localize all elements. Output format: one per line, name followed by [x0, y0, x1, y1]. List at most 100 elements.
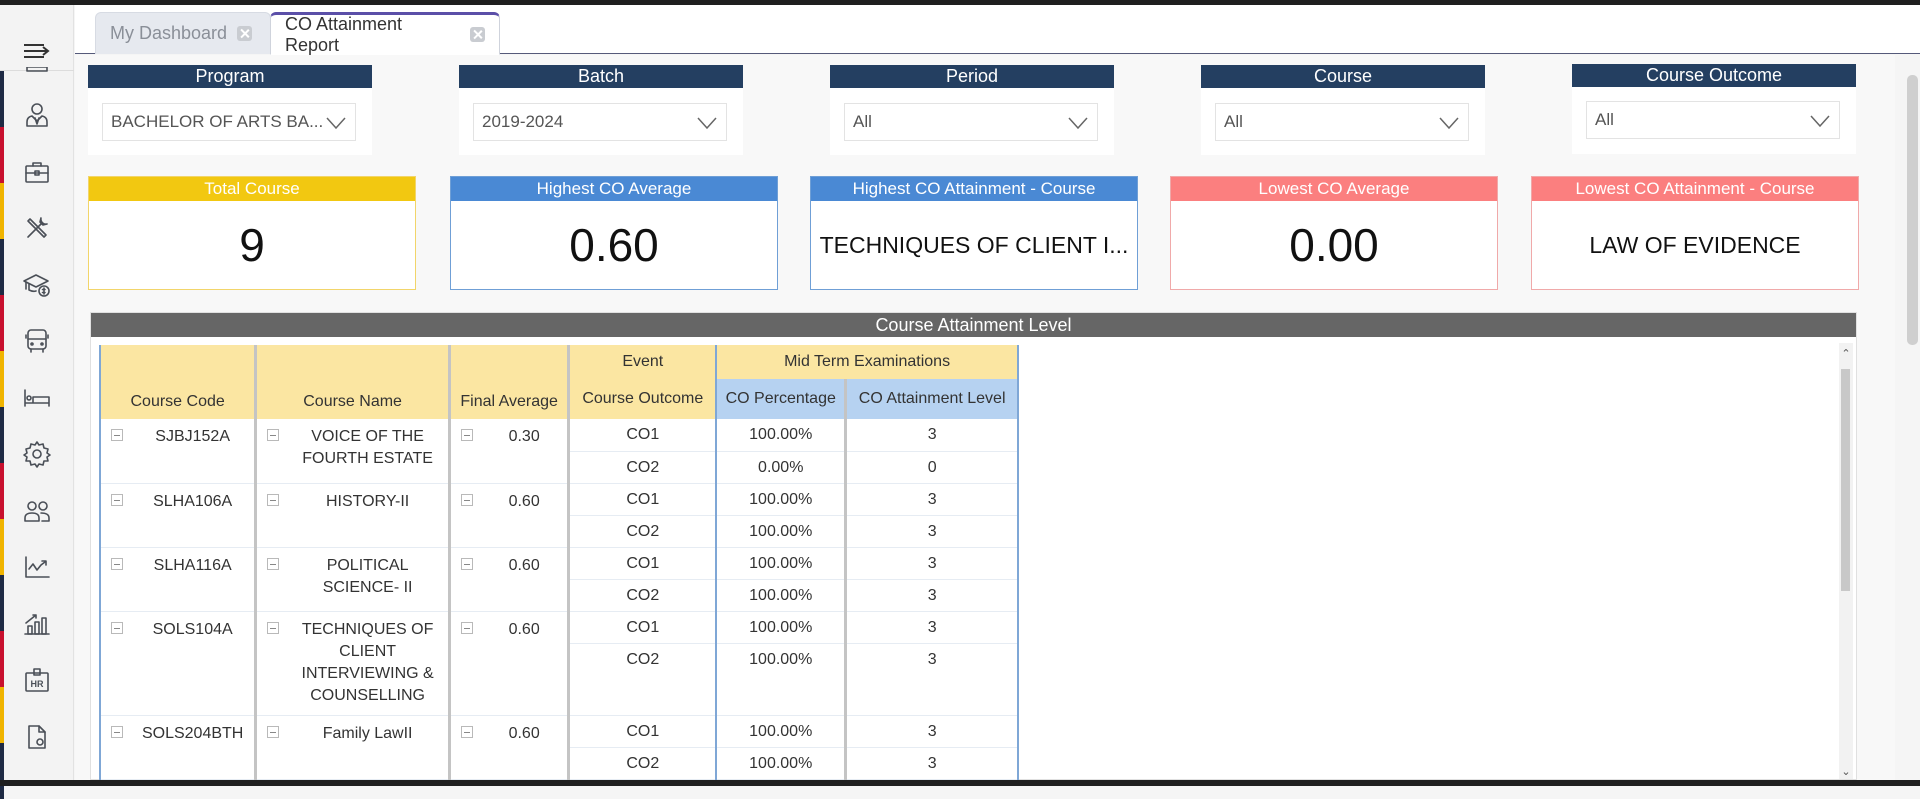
- course-name-cell-text: Family LawII: [287, 723, 448, 745]
- sidebar-item-briefcase[interactable]: [14, 144, 60, 201]
- collapse-icon[interactable]: [267, 622, 279, 634]
- collapse-icon[interactable]: [267, 429, 279, 441]
- co-percentage-cell: 100.00%: [716, 483, 846, 515]
- collapse-icon[interactable]: [111, 558, 123, 570]
- final-average-cell-text: 0.30: [481, 426, 568, 448]
- tab-my-dashboard[interactable]: My Dashboard: [95, 12, 271, 54]
- tools-icon: [22, 213, 52, 243]
- course-select[interactable]: All: [1215, 103, 1469, 141]
- filter-label: Course Outcome: [1572, 64, 1856, 87]
- collapse-icon[interactable]: [461, 622, 473, 634]
- sidebar-item-hr[interactable]: HR: [14, 652, 60, 709]
- co-attainment-level-cell: 3: [846, 611, 1018, 643]
- course-code-cell-text: SJBJ152A: [131, 426, 254, 448]
- header-event-mid-term[interactable]: Mid Term Examinations: [716, 345, 1018, 379]
- batch-select[interactable]: 2019-2024: [473, 103, 727, 141]
- program-select[interactable]: BACHELOR OF ARTS BA...: [102, 103, 356, 141]
- table-row: SOLS104ATECHNIQUES OF CLIENT INTERVIEWIN…: [100, 611, 1018, 643]
- header-co-percentage[interactable]: CO Percentage: [716, 379, 846, 419]
- final-average-cell-text: 0.60: [481, 723, 568, 745]
- tab-label: CO Attainment Report: [285, 14, 460, 56]
- sidebar-item-hostel[interactable]: [14, 370, 60, 427]
- co-attainment-level-cell: 3: [846, 483, 1018, 515]
- course-code-cell: SLHA116A: [100, 547, 256, 611]
- header-co-attainment-level[interactable]: CO Attainment Level: [846, 379, 1018, 419]
- chevron-down-icon: [1438, 115, 1460, 129]
- sidebar-stripe: [0, 407, 4, 463]
- co-attainment-level-cell: 3: [846, 715, 1018, 747]
- filter-label: Batch: [459, 65, 743, 88]
- selected-value: All: [1224, 112, 1438, 132]
- menu-expand-icon: [22, 41, 52, 61]
- sidebar-item-settings[interactable]: [14, 426, 60, 483]
- close-icon[interactable]: [237, 26, 252, 41]
- kpi-value: 9: [89, 201, 415, 289]
- final-average-cell-text: 0.60: [481, 491, 568, 513]
- collapse-icon[interactable]: [461, 726, 473, 738]
- sidebar-stripe: [0, 127, 4, 183]
- filter-label: Course: [1201, 65, 1485, 88]
- header-final-average[interactable]: Final Average: [449, 345, 569, 419]
- kpi-highest-co-average: Highest CO Average 0.60: [450, 176, 778, 290]
- sidebar-item-fees[interactable]: [14, 257, 60, 314]
- collapse-icon[interactable]: [461, 558, 473, 570]
- kpi-title: Lowest CO Average: [1171, 177, 1497, 201]
- bus-icon: [22, 326, 52, 356]
- co-attainment-level-cell: 3: [846, 747, 1018, 779]
- close-icon[interactable]: [470, 27, 485, 42]
- table-row: SLHA116APOLITICAL SCIENCE- II0.60CO1100.…: [100, 547, 1018, 579]
- selected-value: All: [1595, 110, 1809, 130]
- collapse-icon[interactable]: [111, 429, 123, 441]
- sidebar-item-reports[interactable]: [14, 596, 60, 653]
- hr-badge-icon: HR: [22, 665, 52, 695]
- sidebar-item-transport[interactable]: [14, 313, 60, 370]
- svg-text:HR: HR: [31, 679, 44, 689]
- sidebar-item-user[interactable]: [14, 87, 60, 144]
- course-outcome-cell: CO2: [569, 747, 716, 779]
- course-outcome-cell: CO1: [569, 419, 716, 451]
- main-content: Program BACHELOR OF ARTS BA... Batch 201…: [75, 55, 1895, 780]
- sidebar-item-analytics[interactable]: [14, 539, 60, 596]
- header-course-outcome[interactable]: Course Outcome: [569, 379, 716, 419]
- user-icon: [22, 100, 52, 130]
- collapse-icon[interactable]: [461, 494, 473, 506]
- sidebar-item-tools[interactable]: [14, 200, 60, 257]
- chevron-down-icon: [1067, 115, 1089, 129]
- document-settings-icon: [22, 722, 52, 752]
- collapse-icon[interactable]: [267, 726, 279, 738]
- scroll-down-icon[interactable]: ⌄: [1839, 765, 1853, 779]
- header-course-code[interactable]: Course Code: [100, 345, 256, 419]
- kpi-lowest-co-average: Lowest CO Average 0.00: [1170, 176, 1498, 290]
- co-percentage-cell: 100.00%: [716, 419, 846, 451]
- sidebar-item-partial[interactable]: [14, 67, 60, 87]
- co-percentage-cell: 100.00%: [716, 715, 846, 747]
- period-select[interactable]: All: [844, 103, 1098, 141]
- scrollbar-thumb[interactable]: [1841, 369, 1850, 591]
- menu-toggle-button[interactable]: [20, 39, 54, 63]
- collapse-icon[interactable]: [267, 558, 279, 570]
- selected-value: All: [853, 112, 1067, 132]
- collapse-icon[interactable]: [461, 429, 473, 441]
- sidebar-stripe: [0, 463, 4, 519]
- co-percentage-cell: 100.00%: [716, 547, 846, 579]
- final-average-cell-text: 0.60: [481, 555, 568, 577]
- tab-co-attainment-report[interactable]: CO Attainment Report: [270, 12, 500, 55]
- grid-vertical-scrollbar[interactable]: ⌃ ⌄: [1839, 343, 1853, 779]
- course-name-cell: POLITICAL SCIENCE- II: [256, 547, 450, 611]
- page-scrollbar-thumb[interactable]: [1907, 75, 1918, 345]
- sidebar-item-documents[interactable]: [14, 709, 60, 766]
- sidebar-item-users[interactable]: [14, 483, 60, 540]
- collapse-icon[interactable]: [111, 494, 123, 506]
- header-course-name[interactable]: Course Name: [256, 345, 450, 419]
- collapse-icon[interactable]: [267, 494, 279, 506]
- course-outcome-select[interactable]: All: [1586, 101, 1840, 139]
- co-percentage-cell: 100.00%: [716, 643, 846, 715]
- collapse-icon[interactable]: [111, 726, 123, 738]
- collapse-icon[interactable]: [111, 622, 123, 634]
- header-event: Event: [569, 345, 716, 379]
- filter-batch: Batch 2019-2024: [459, 65, 743, 155]
- selected-value: 2019-2024: [482, 112, 696, 132]
- scroll-up-icon[interactable]: ⌃: [1839, 347, 1853, 361]
- co-attainment-level-cell: 3: [846, 547, 1018, 579]
- course-outcome-cell: CO1: [569, 611, 716, 643]
